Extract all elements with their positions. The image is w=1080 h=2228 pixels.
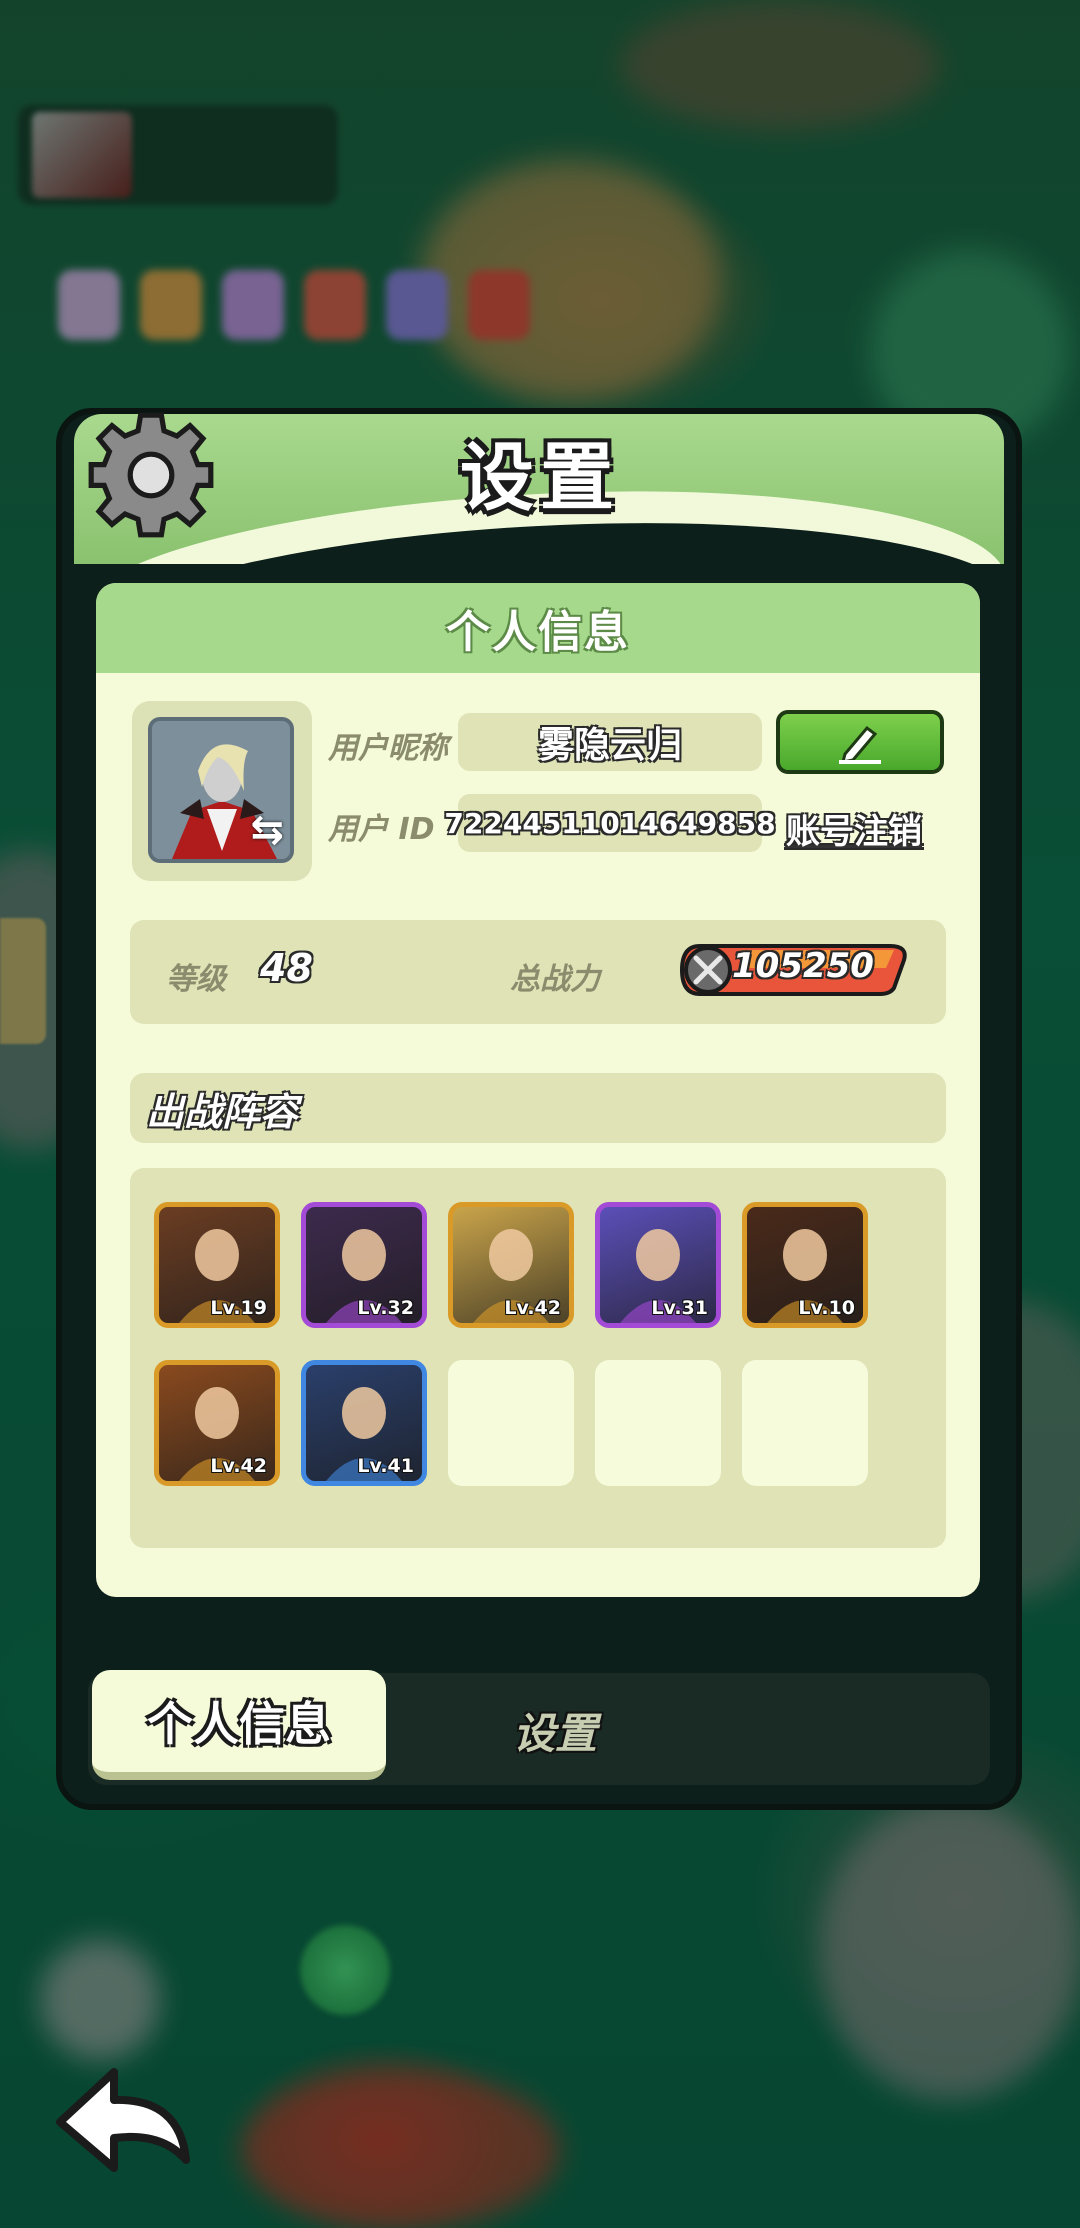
hero-slot[interactable]: Lv.10 bbox=[742, 1202, 868, 1328]
profile-section-title: 个人信息 bbox=[446, 607, 630, 658]
edit-nickname-button[interactable] bbox=[776, 710, 944, 774]
hero-level: Lv.42 bbox=[504, 1297, 561, 1319]
tab-settings-label: 设置 bbox=[512, 1708, 597, 1758]
stats-row: 等级 48 总战力 105250 bbox=[130, 920, 946, 1024]
level-value: 48 bbox=[260, 946, 313, 990]
user-id-label: 用户 ID bbox=[328, 812, 435, 847]
back-arrow-icon[interactable] bbox=[50, 2060, 200, 2180]
hero-slot[interactable]: Lv.19 bbox=[154, 1202, 280, 1328]
empty-hero-slot[interactable] bbox=[448, 1360, 574, 1486]
tab-settings[interactable]: 设置 bbox=[470, 1690, 640, 1770]
power-value: 105250 bbox=[732, 946, 874, 986]
nickname-field: 雾隐云归 bbox=[458, 713, 762, 771]
power-label: 总战力 bbox=[510, 962, 600, 997]
pencil-icon bbox=[839, 725, 881, 764]
power-badge: 105250 bbox=[680, 940, 912, 998]
user-id-field: 72244511014649858 bbox=[444, 794, 776, 852]
lineup-title: 出战阵容 bbox=[146, 1089, 299, 1134]
hero-level: Lv.32 bbox=[357, 1297, 414, 1319]
hero-level: Lv.19 bbox=[210, 1297, 267, 1319]
hero-slot[interactable]: Lv.42 bbox=[448, 1202, 574, 1328]
swap-arrows-icon[interactable]: ⇆ bbox=[250, 807, 284, 853]
tab-profile[interactable]: 个人信息 bbox=[92, 1670, 386, 1780]
lineup-header: 出战阵容 bbox=[130, 1073, 946, 1143]
hero-level: Lv.42 bbox=[210, 1455, 267, 1477]
hero-slot[interactable]: Lv.31 bbox=[595, 1202, 721, 1328]
profile-panel: 个人信息 ⇆ 用户昵称 雾隐云归 用户 ID 72244511014649858… bbox=[96, 583, 980, 1597]
hero-slot[interactable]: Lv.32 bbox=[301, 1202, 427, 1328]
nickname-label: 用户昵称 bbox=[328, 731, 448, 766]
hero-slot[interactable]: Lv.42 bbox=[154, 1360, 280, 1486]
avatar-frame[interactable]: ⇆ bbox=[132, 701, 312, 881]
empty-hero-slot[interactable] bbox=[595, 1360, 721, 1486]
dialog-title: 设置 bbox=[460, 435, 620, 521]
empty-hero-slot[interactable] bbox=[742, 1360, 868, 1486]
hero-level: Lv.10 bbox=[798, 1297, 855, 1319]
tab-profile-label: 个人信息 bbox=[147, 1697, 331, 1751]
level-label: 等级 bbox=[166, 962, 226, 997]
avatar[interactable]: ⇆ bbox=[148, 717, 294, 863]
hero-level: Lv.31 bbox=[651, 1297, 708, 1319]
hero-slot[interactable]: Lv.41 bbox=[301, 1360, 427, 1486]
account-deletion-link[interactable]: 账号注销 bbox=[786, 804, 922, 853]
lineup-grid: Lv.19 Lv.32 Lv.42 Lv.31 Lv.10 Lv.42 Lv.41 bbox=[130, 1168, 946, 1548]
hero-level: Lv.41 bbox=[357, 1455, 414, 1477]
profile-section-header: 个人信息 bbox=[96, 583, 980, 673]
